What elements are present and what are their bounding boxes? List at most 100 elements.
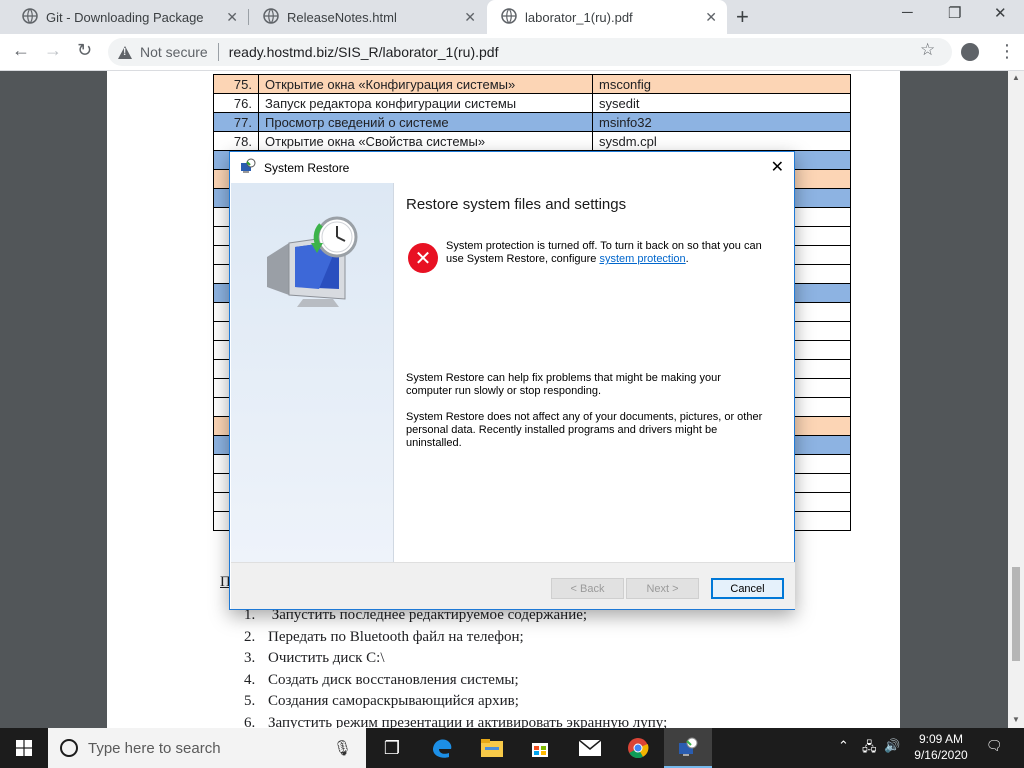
list-item-text: Создания самораскрывающийся архив; <box>268 693 519 709</box>
table-row: 77. Просмотр сведений о системе msinfo32 <box>213 112 851 132</box>
list-item-text: Создать диск восстановления системы; <box>268 671 519 688</box>
tab-title: ReleaseNotes.html <box>287 9 397 25</box>
table-row: 76. Запуск редактора конфигурации системы… <box>213 93 851 113</box>
globe-icon <box>22 7 38 27</box>
url-text[interactable]: ready.hostmd.biz/SIS_R/laborator_1(ru).p… <box>229 44 499 60</box>
show-hidden-icons-icon[interactable]: ⌃ <box>838 738 849 754</box>
network-icon[interactable]: 🖧 <box>862 738 877 760</box>
tab-laborator-pdf[interactable]: laborator_1(ru).pdf ✕ <box>487 0 727 34</box>
restore-icon[interactable]: ❐ <box>948 4 961 22</box>
system-clock[interactable]: 9:09 AM 9/16/2020 <box>906 731 976 763</box>
table-row: 78. Открытие окна «Свойства системы» sysdm… <box>213 131 851 151</box>
tab-close-icon[interactable]: ✕ <box>464 9 476 26</box>
row-command: sysedit <box>592 93 851 113</box>
list-item: 6. Запустить режим презентации и активиро… <box>244 715 667 729</box>
file-explorer-icon[interactable] <box>468 728 516 768</box>
notifications-icon[interactable]: 🗨 <box>986 738 1003 754</box>
mail-icon[interactable] <box>566 728 614 768</box>
list-item: 1. Запустить последнее редактируемое сод… <box>244 607 667 629</box>
list-item-number: 5. <box>244 693 256 709</box>
dialog-heading: Restore system files and settings <box>406 196 627 213</box>
table-row: 75. Открытие окна «Конфигурация системы» m… <box>213 74 851 94</box>
row-command: msinfo32 <box>592 112 851 132</box>
list-item: 3. Очистить диск С:\ <box>244 650 667 672</box>
list-item-number: 2. <box>244 628 256 645</box>
row-description: Просмотр сведений о системе <box>258 112 593 132</box>
task-list: 1. Запустить последнее редактируемое сод… <box>244 607 667 728</box>
minimize-icon[interactable]: ─ <box>902 4 913 21</box>
list-item: 5. Создания самораскрывающийся архив; <box>244 693 667 715</box>
cancel-button[interactable]: Cancel <box>711 578 784 599</box>
next-button[interactable]: Next > <box>626 578 699 599</box>
store-icon[interactable] <box>516 728 564 768</box>
row-number: 77. <box>213 112 259 132</box>
list-item-number: 6. <box>244 714 256 729</box>
row-command: msconfig <box>592 74 851 94</box>
volume-icon[interactable]: 🔊 <box>884 738 900 754</box>
row-number: 78. <box>213 131 259 151</box>
tab-close-icon[interactable]: ✕ <box>705 9 717 26</box>
menu-kebab-icon[interactable]: ⋮ <box>998 41 1016 62</box>
tab-title: Git - Downloading Package <box>46 9 204 25</box>
error-icon: ✕ <box>408 243 438 273</box>
taskbar-search[interactable]: Type here to search 🎙 <box>48 728 366 768</box>
scrollbar-thumb[interactable] <box>1012 567 1020 661</box>
edge-icon[interactable] <box>418 728 466 768</box>
info-text-2: System Restore does not affect any of yo… <box>406 411 763 449</box>
address-bar[interactable]: Not secure ready.hostmd.biz/SIS_R/labora… <box>108 38 952 66</box>
clock-time: 9:09 AM <box>918 732 964 746</box>
scroll-down-icon[interactable]: ▼ <box>1012 715 1020 724</box>
dialog-close-icon[interactable]: ✕ <box>771 157 784 177</box>
list-item-number: 4. <box>244 671 256 688</box>
tab-strip: Git - Downloading Package ✕ ReleaseNotes… <box>0 0 1024 34</box>
bookmark-star-icon[interactable]: ☆ <box>920 40 935 60</box>
clock-date: 9/16/2020 <box>914 748 968 762</box>
task-view-icon[interactable]: ❐ <box>368 728 416 768</box>
back-arrow-icon[interactable]: ← <box>12 40 30 61</box>
window-close-icon[interactable]: ✕ <box>994 4 1007 22</box>
forward-arrow-icon[interactable]: → <box>44 40 62 61</box>
profile-avatar-icon[interactable] <box>961 43 979 61</box>
search-placeholder: Type here to search <box>88 739 221 757</box>
system-restore-illustration-icon <box>263 213 363 312</box>
microphone-icon[interactable]: 🎙 <box>333 739 352 757</box>
url-divider <box>217 43 219 61</box>
vertical-scrollbar[interactable]: ▲ ▼ <box>1008 71 1024 728</box>
globe-icon <box>263 7 279 27</box>
reload-icon[interactable]: ↻ <box>77 40 92 61</box>
taskbar: Type here to search 🎙 ❐ ⌃ 🖧 🔊 9:09 AM 9/… <box>0 728 1024 768</box>
scroll-up-icon[interactable]: ▲ <box>1012 73 1020 82</box>
system-protection-link[interactable]: system protection <box>599 253 685 265</box>
list-item-text: Очистить диск С:\ <box>268 650 385 666</box>
row-description: Запуск редактора конфигурации системы <box>258 93 593 113</box>
dialog-titlebar[interactable]: System Restore <box>230 152 794 183</box>
tab-git-downloading[interactable]: Git - Downloading Package ✕ <box>8 0 248 34</box>
list-item-number: 3. <box>244 650 256 666</box>
list-item-text: Запустить режим презентации и активирова… <box>268 714 668 729</box>
list-item: 4. Создать диск восстановления системы; <box>244 672 667 694</box>
row-description: Открытие окна «Конфигурация системы» <box>258 74 593 94</box>
dialog-title: System Restore <box>264 160 350 175</box>
browser-toolbar: ← → ↻ Not secure ready.hostmd.biz/SIS_R/… <box>0 34 1024 71</box>
list-item: 2. Передать по Bluetooth файл на телефон; <box>244 629 667 651</box>
system-restore-dialog: System Restore ✕ Restore system files an… <box>229 151 795 610</box>
tab-release-notes[interactable]: ReleaseNotes.html ✕ <box>249 0 486 34</box>
chrome-icon[interactable] <box>614 728 662 768</box>
new-tab-plus-icon[interactable]: + <box>736 4 749 30</box>
tab-title: laborator_1(ru).pdf <box>525 9 633 25</box>
system-restore-taskbar-icon[interactable] <box>664 728 712 768</box>
row-description: Открытие окна «Свойства системы» <box>258 131 593 151</box>
info-text-1: System Restore can help fix problems tha… <box>406 372 721 397</box>
cortana-icon <box>60 739 78 757</box>
list-item-text: Передать по Bluetooth файл на телефон; <box>268 628 524 645</box>
row-number: 75. <box>213 74 259 94</box>
system-restore-icon <box>240 158 256 177</box>
dialog-side-panel <box>231 183 394 562</box>
error-message-end: . <box>685 253 689 265</box>
back-button[interactable]: < Back <box>551 578 624 599</box>
warning-icon <box>118 45 132 59</box>
security-label[interactable]: Not secure <box>140 44 208 60</box>
globe-icon <box>501 7 517 27</box>
start-button[interactable] <box>0 728 48 768</box>
tab-close-icon[interactable]: ✕ <box>226 9 238 26</box>
